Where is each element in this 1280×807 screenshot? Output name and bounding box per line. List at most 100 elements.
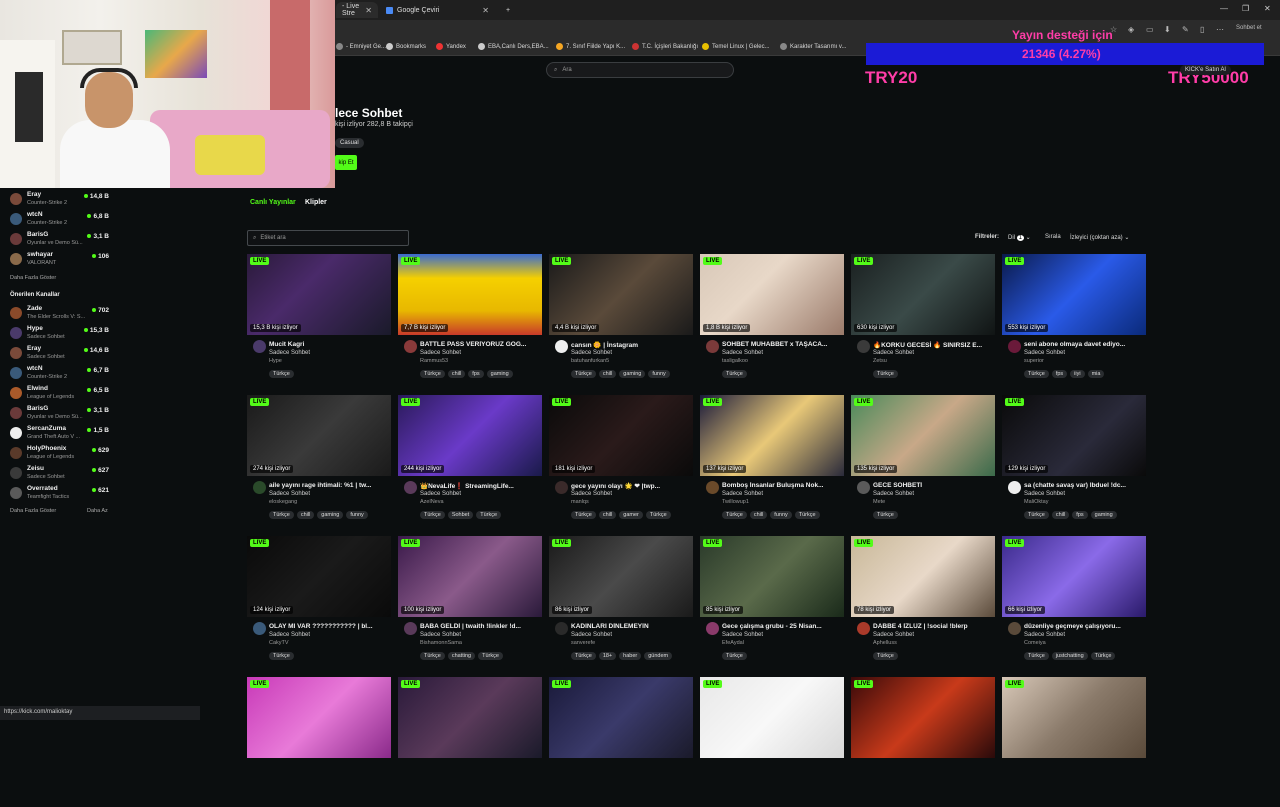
avatar[interactable]	[404, 340, 417, 353]
tag[interactable]: Türkçe	[645, 511, 671, 519]
avatar[interactable]	[253, 622, 266, 635]
stream-card[interactable]: LIVE 124 kişi izliyor OLAY MI VAR ????????…	[247, 536, 391, 666]
streamer-name[interactable]: manlqs	[571, 499, 589, 505]
stream-category[interactable]: Sadece Sohbet	[269, 632, 310, 638]
tag[interactable]: funny	[346, 511, 368, 519]
tab-clips[interactable]: Klipler	[305, 199, 327, 206]
stream-title[interactable]: Gece çalışma grubu - 25 Nisan...	[722, 623, 844, 630]
stream-title[interactable]: Mucit Kagri	[269, 341, 391, 348]
stream-card[interactable]: LIVE 100 kişi izliyor BABA GELDİ | twaith …	[398, 536, 542, 666]
tag[interactable]: chill	[598, 511, 617, 519]
tag[interactable]: 18+	[598, 652, 617, 660]
avatar[interactable]	[857, 481, 870, 494]
stream-card[interactable]: LIVE 244 kişi izliyor 👑NevaLife❗ Streaming…	[398, 395, 542, 525]
tag[interactable]: Türkçe	[478, 652, 503, 660]
streamer-name[interactable]: EfeAydal	[722, 640, 744, 646]
streamer-name[interactable]: Mete	[873, 499, 885, 505]
tag[interactable]: gündem	[644, 652, 673, 660]
show-more-button[interactable]: Daha Fazla Göster	[10, 275, 56, 281]
new-tab-button[interactable]: +	[500, 2, 516, 18]
stream-card[interactable]: LIVE 129 kişi izliyor sa (chatte savaş var…	[1002, 395, 1146, 525]
minimize-icon[interactable]: —	[1220, 4, 1228, 13]
stream-thumbnail[interactable]: LIVE 630 kişi izliyor	[851, 254, 995, 335]
show-more-button[interactable]: Daha Fazla Göster	[10, 508, 56, 514]
avatar[interactable]	[1008, 481, 1021, 494]
stream-thumbnail[interactable]: LIVE 124 kişi izliyor	[247, 536, 391, 617]
stream-card[interactable]: LIVE	[247, 677, 391, 807]
tag[interactable]: funny	[648, 370, 670, 378]
stream-thumbnail[interactable]: LIVE 100 kişi izliyor	[398, 536, 542, 617]
avatar[interactable]	[555, 622, 568, 635]
tag[interactable]: Türkçe	[873, 370, 898, 378]
avatar[interactable]	[555, 481, 568, 494]
language-filter[interactable]: Dil 1 ⌄	[1008, 234, 1031, 241]
stream-thumbnail[interactable]: LIVE 274 kişi izliyor	[247, 395, 391, 476]
tag[interactable]: fps	[1051, 370, 1068, 378]
bookmark-item[interactable]: - Emniyet Ge...	[336, 43, 386, 50]
streamer-name[interactable]: tasligalkoo	[722, 358, 748, 364]
follow-button[interactable]: kip Et	[335, 155, 357, 170]
avatar[interactable]	[404, 481, 417, 494]
stream-card[interactable]: LIVE 85 kişi izliyor Gece çalışma grubu - …	[700, 536, 844, 666]
stream-title[interactable]: BABA GELDİ | twaith !linkler !d...	[420, 623, 542, 630]
stream-category[interactable]: Sadece Sohbet	[722, 491, 763, 497]
tag[interactable]: Sohbet	[447, 511, 474, 519]
sidebar-channel[interactable]: Overrated Teamfight Tactics 621	[0, 484, 113, 504]
tag[interactable]: gaming	[486, 370, 513, 378]
stream-card[interactable]: LIVE 66 kişi izliyor düzenliye geçmeye çal…	[1002, 536, 1146, 666]
sidebar-channel[interactable]: Zeisu Sadece Sohbet 627	[0, 464, 113, 484]
sidepanel-icon[interactable]: ▯	[1200, 25, 1204, 34]
stream-thumbnail[interactable]: LIVE 66 kişi izliyor	[1002, 536, 1146, 617]
streamer-name[interactable]: Zetsu	[873, 358, 887, 364]
stream-card[interactable]: LIVE 274 kişi izliyor aile yayını rage iht…	[247, 395, 391, 525]
tag[interactable]: Türkçe	[269, 652, 294, 660]
sidebar-channel[interactable]: Eray Counter-Strike 2 14,8 B	[0, 190, 113, 210]
tag[interactable]: Türkçe	[420, 370, 445, 378]
tag[interactable]: Türkçe	[269, 511, 294, 519]
sidebar-channel[interactable]: HolyPhoenix League of Legends 629	[0, 444, 113, 464]
stream-thumbnail[interactable]: LIVE 553 kişi izliyor	[1002, 254, 1146, 335]
tag[interactable]: Türkçe	[722, 511, 747, 519]
extension-icon[interactable]: ◈	[1128, 25, 1134, 34]
show-less-button[interactable]: Daha Az	[87, 508, 108, 514]
chat-button[interactable]: Sohbet et	[1236, 25, 1262, 31]
tag[interactable]: Türkçe	[1024, 511, 1049, 519]
stream-card[interactable]: LIVE 553 kişi izliyor seni abone olmaya da…	[1002, 254, 1146, 384]
tag[interactable]: funny	[770, 511, 792, 519]
stream-card[interactable]: LIVE	[398, 677, 542, 807]
streamer-name[interactable]: CakyTV	[269, 640, 289, 646]
stream-title[interactable]: düzenliye geçmeye çalışıyoru...	[1024, 623, 1146, 630]
stream-title[interactable]: SOHBET MUHABBET x TAŞACA...	[722, 341, 844, 348]
tag[interactable]: justchatting	[1051, 652, 1088, 660]
stream-title[interactable]: GECE SOHBETİ	[873, 482, 995, 489]
stream-thumbnail[interactable]: LIVE 86 kişi izliyor	[549, 536, 693, 617]
tag-search-input[interactable]: ⌕ Etiket ara	[247, 230, 409, 246]
stream-card[interactable]: LIVE 15,3 B kişi izliyor Mucit Kagri Sadece…	[247, 254, 391, 384]
stream-card[interactable]: LIVE 630 kişi izliyor 🔥KORKU GECESİ 🔥 SINI…	[851, 254, 995, 384]
stream-category[interactable]: Sadece Sohbet	[571, 491, 612, 497]
tag[interactable]: Türkçe	[722, 652, 747, 660]
tag[interactable]: gaming	[619, 370, 646, 378]
tag[interactable]: iiyi	[1070, 370, 1085, 378]
tag[interactable]: fps	[1072, 511, 1088, 519]
stream-thumbnail[interactable]: LIVE	[549, 677, 693, 758]
stream-card[interactable]: LIVE 181 kişi izliyor gece yayını olayı 🌟 …	[549, 395, 693, 525]
tag[interactable]: Türkçe	[571, 511, 596, 519]
avatar[interactable]	[706, 481, 719, 494]
bookmark-item[interactable]: Temel Linux | Gelec...	[702, 43, 770, 50]
stream-thumbnail[interactable]: LIVE 181 kişi izliyor	[549, 395, 693, 476]
streamer-name[interactable]: sanverefe	[571, 640, 595, 646]
sidebar-channel[interactable]: Hype Sadece Sohbet 15,3 B	[0, 324, 113, 344]
tag[interactable]: Türkçe	[420, 652, 445, 660]
stream-card[interactable]: LIVE 135 kişi izliyor GECE SOHBETİ Sadece S…	[851, 395, 995, 525]
tag[interactable]: gaming	[317, 511, 344, 519]
close-icon[interactable]: ✕	[365, 6, 372, 15]
menu-icon[interactable]: ⋯	[1216, 25, 1224, 34]
stream-title[interactable]: OLAY MI VAR ??????????? | bl...	[269, 623, 391, 630]
sidebar-channel[interactable]: Elwind League of Legends 6,5 B	[0, 384, 113, 404]
tag[interactable]: Türkçe	[476, 511, 502, 519]
bookmark-item[interactable]: T.C. İçişleri Bakanlığı	[632, 43, 698, 50]
download-icon[interactable]: ⬇	[1164, 25, 1171, 34]
sidebar-channel[interactable]: wtcN Counter-Strike 2 6,7 B	[0, 364, 113, 384]
stream-category[interactable]: Sadece Sohbet	[571, 632, 612, 638]
